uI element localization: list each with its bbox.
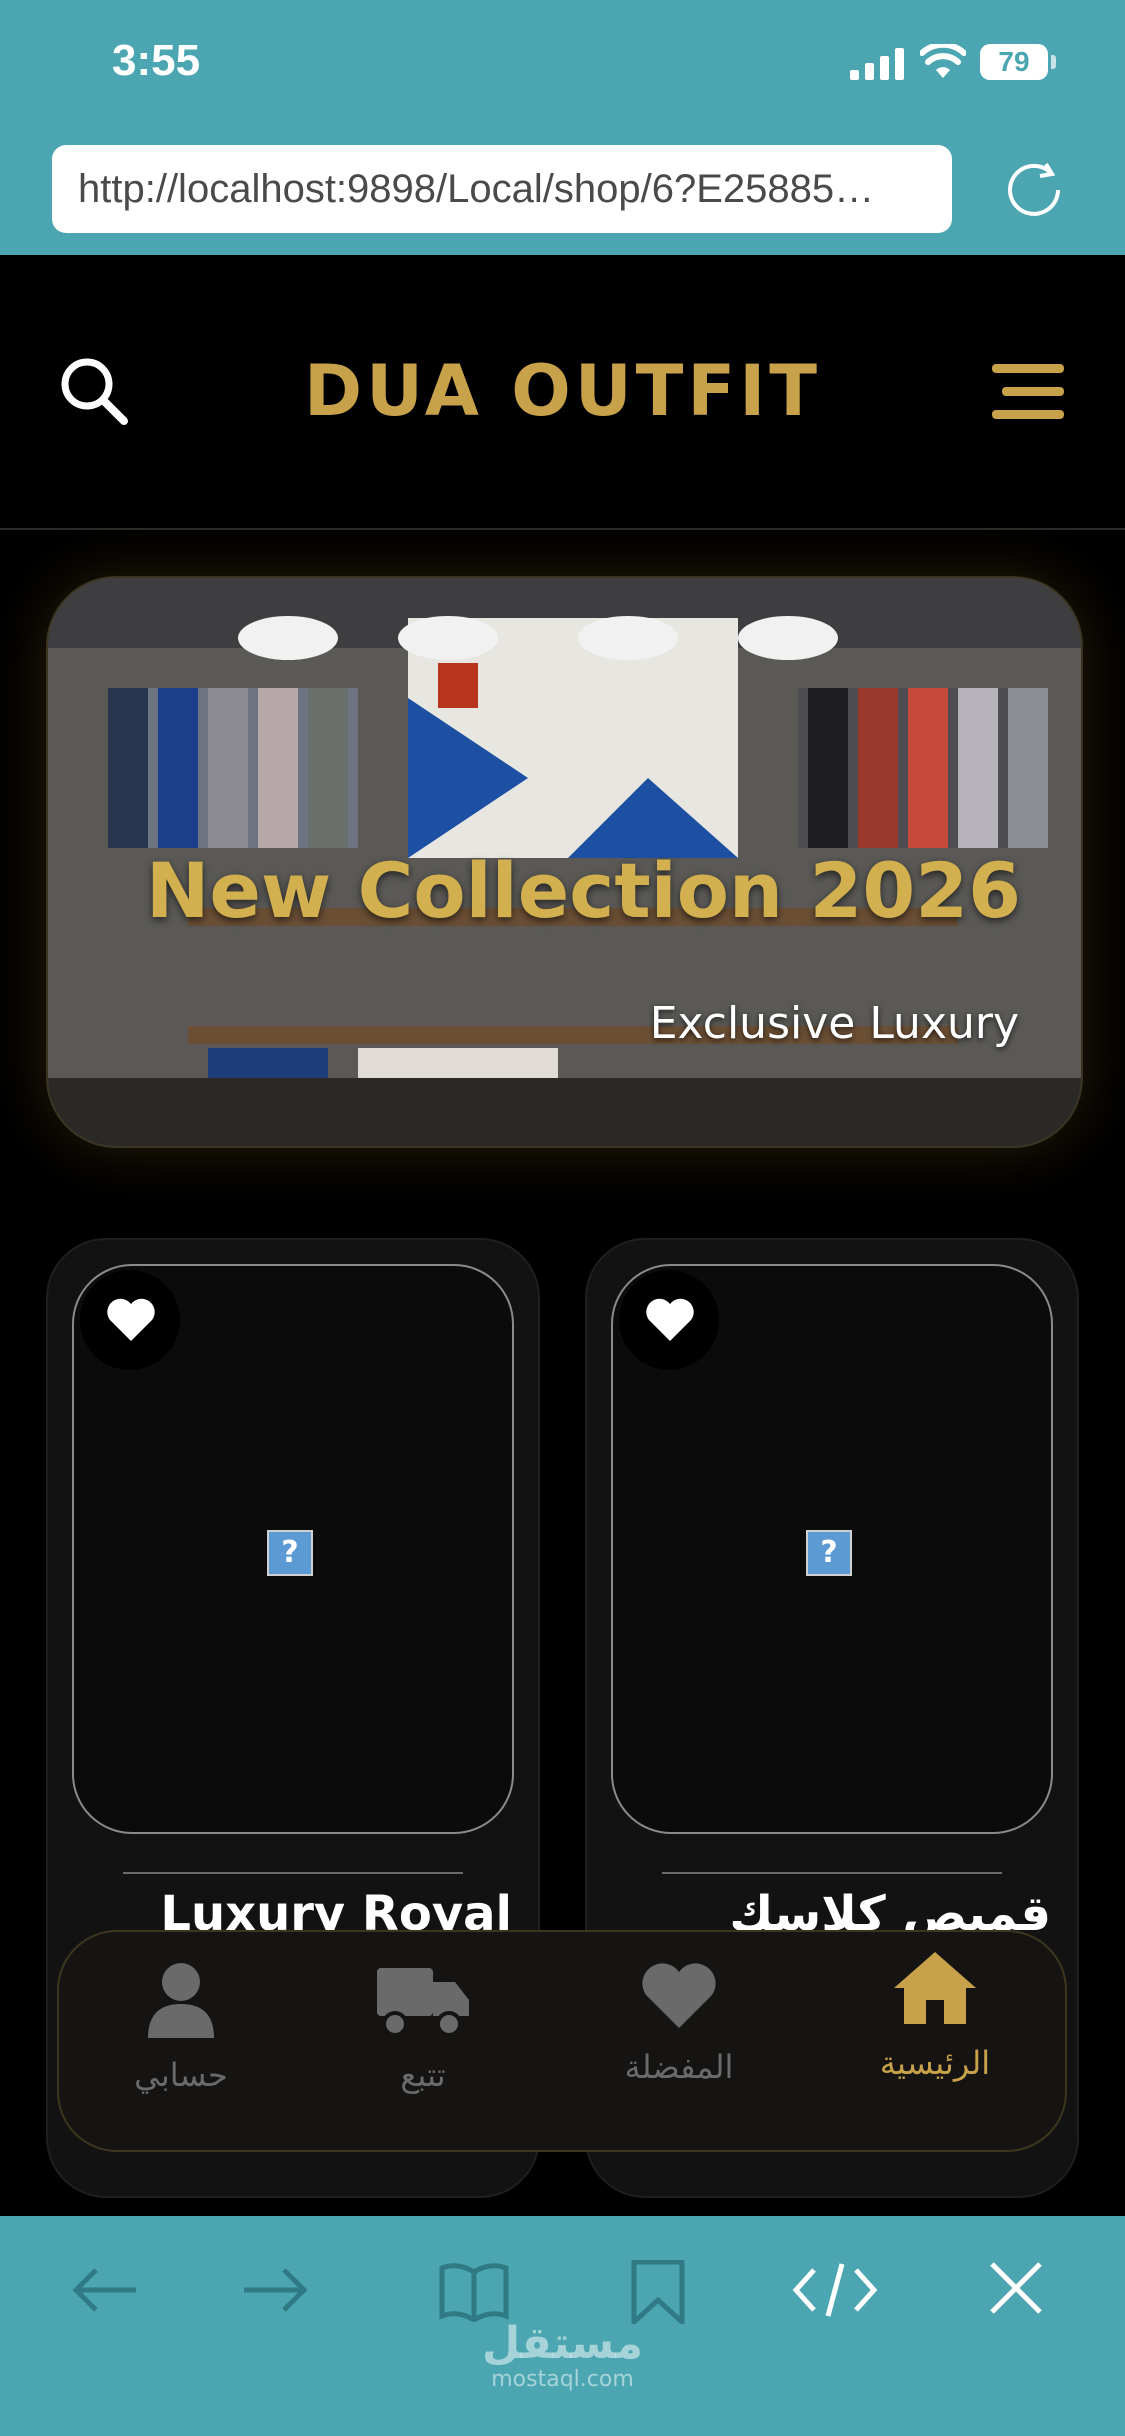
card-divider: [123, 1872, 463, 1874]
broken-image-icon: ?: [267, 1530, 313, 1576]
nav-label: تتبع: [400, 2056, 446, 2094]
heart-icon: [646, 1298, 694, 1341]
banner-subtitle: Exclusive Luxury: [649, 998, 1019, 1049]
nav-label: المفضلة: [624, 2048, 734, 2086]
home-icon: [894, 1952, 976, 2024]
favorite-button[interactable]: [619, 1270, 719, 1370]
banner-title: New Collection 2026: [145, 846, 1021, 935]
watermark-latin: mostaql.com: [491, 2367, 634, 2392]
header-divider: [0, 528, 1125, 530]
back-icon[interactable]: [70, 2260, 142, 2320]
hero-banner[interactable]: New Collection 2026 Exclusive Luxury: [46, 576, 1083, 1148]
truck-icon: [377, 1968, 469, 2037]
code-icon[interactable]: [792, 2260, 878, 2320]
address-bar[interactable]: http://localhost:9898/Local/shop/6?E2588…: [52, 145, 952, 233]
wifi-icon: [920, 44, 966, 78]
reload-icon[interactable]: [1000, 160, 1072, 220]
nav-label: الرئيسية: [879, 2044, 991, 2082]
card-divider: [662, 1872, 1002, 1874]
signal-icon: [850, 48, 904, 80]
person-icon: [148, 1963, 214, 2038]
status-time: 3:55: [112, 36, 201, 85]
nav-label: حسابي: [134, 2056, 228, 2094]
battery-indicator: 79: [980, 44, 1056, 80]
book-icon[interactable]: [438, 2260, 510, 2322]
close-icon[interactable]: [988, 2260, 1044, 2316]
broken-image-icon: ?: [806, 1530, 852, 1576]
watermark: مستقل mostaql.com: [0, 2318, 1125, 2392]
nav-item-account[interactable]: حسابي: [81, 1962, 281, 2094]
heart-icon: [107, 1298, 155, 1341]
browser-top-bar: 3:55 79 http://localhost:9898/Local/shop…: [0, 0, 1125, 255]
nav-item-home[interactable]: الرئيسية: [835, 1950, 1035, 2082]
heart-icon: [642, 1963, 716, 2028]
favorite-button[interactable]: [80, 1270, 180, 1370]
watermark-arabic: مستقل: [482, 2318, 643, 2369]
menu-icon[interactable]: [992, 362, 1066, 422]
forward-icon[interactable]: [238, 2260, 310, 2320]
bookmark-icon[interactable]: [630, 2260, 686, 2324]
bottom-nav: حسابي تتبع المفضلة الرئيسية: [57, 1930, 1067, 2152]
brand-logo[interactable]: DUA OUTFIT: [0, 350, 1125, 432]
nav-item-favorites[interactable]: المفضلة: [579, 1962, 779, 2086]
nav-item-track[interactable]: تتبع: [323, 1962, 523, 2094]
